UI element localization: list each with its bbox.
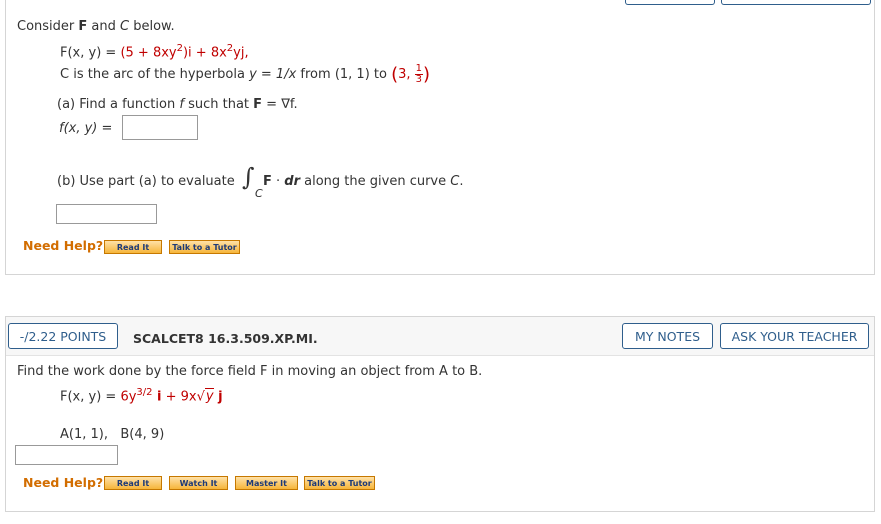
- master-it-button[interactable]: Master It: [235, 476, 298, 490]
- read-it-button[interactable]: Read It: [104, 240, 162, 254]
- q1-part-b-prompt: (b) Use part (a) to evaluate: [57, 174, 235, 189]
- q1-intro: Consider F and C below.: [17, 19, 175, 34]
- fraction-one-third: 13: [414, 63, 424, 85]
- ask-teacher-button-partial[interactable]: [721, 0, 871, 5]
- watch-it-button[interactable]: Watch It: [169, 476, 228, 490]
- need-help-label: Need Help?: [23, 238, 104, 253]
- my-notes-button[interactable]: MY NOTES: [622, 323, 713, 349]
- q1-part-a-answer-input[interactable]: [122, 115, 198, 140]
- question-code: SCALCET8 16.3.509.XP.MI.: [133, 331, 318, 346]
- q1-part-b-integrand: F · dr along the given curve C.: [263, 174, 464, 189]
- integral-sign-icon: ∫: [242, 163, 255, 191]
- question-card-2: -/2.22 POINTS SCALCET8 16.3.509.XP.MI. M…: [5, 316, 875, 512]
- integral-subscript: C: [255, 187, 263, 200]
- points-badge[interactable]: -/2.22 POINTS: [8, 323, 118, 349]
- q1-field-definition: F(x, y) = (5 + 8xy2)i + 8x2yj,: [60, 43, 249, 61]
- q2-answer-input[interactable]: [15, 445, 118, 465]
- need-help-label: Need Help?: [23, 475, 104, 490]
- my-notes-button-partial[interactable]: [625, 0, 715, 5]
- q2-field-definition: F(x, y) = 6y3/2 i + 9x√y j: [60, 387, 223, 405]
- read-it-button[interactable]: Read It: [104, 476, 162, 490]
- talk-to-tutor-button[interactable]: Talk to a Tutor: [169, 240, 240, 254]
- q1-part-a-answer-label: f(x, y) =: [59, 121, 113, 136]
- q2-points-A-B: A(1, 1), B(4, 9): [60, 427, 165, 442]
- ask-teacher-button[interactable]: ASK YOUR TEACHER: [720, 323, 869, 349]
- q1-curve-definition: C is the arc of the hyperbola y = 1/x fr…: [60, 63, 431, 86]
- q2-prompt: Find the work done by the force field F …: [17, 364, 483, 379]
- sqrt-sign-icon: √: [196, 389, 205, 405]
- question-card-1: Consider F and C below. F(x, y) = (5 + 8…: [5, 0, 875, 275]
- talk-to-tutor-button[interactable]: Talk to a Tutor: [304, 476, 375, 490]
- q1-part-a-prompt: (a) Find a function f such that F = ∇f.: [57, 97, 298, 112]
- q1-part-b-answer-input[interactable]: [56, 204, 157, 224]
- question-header: -/2.22 POINTS SCALCET8 16.3.509.XP.MI. M…: [6, 317, 874, 356]
